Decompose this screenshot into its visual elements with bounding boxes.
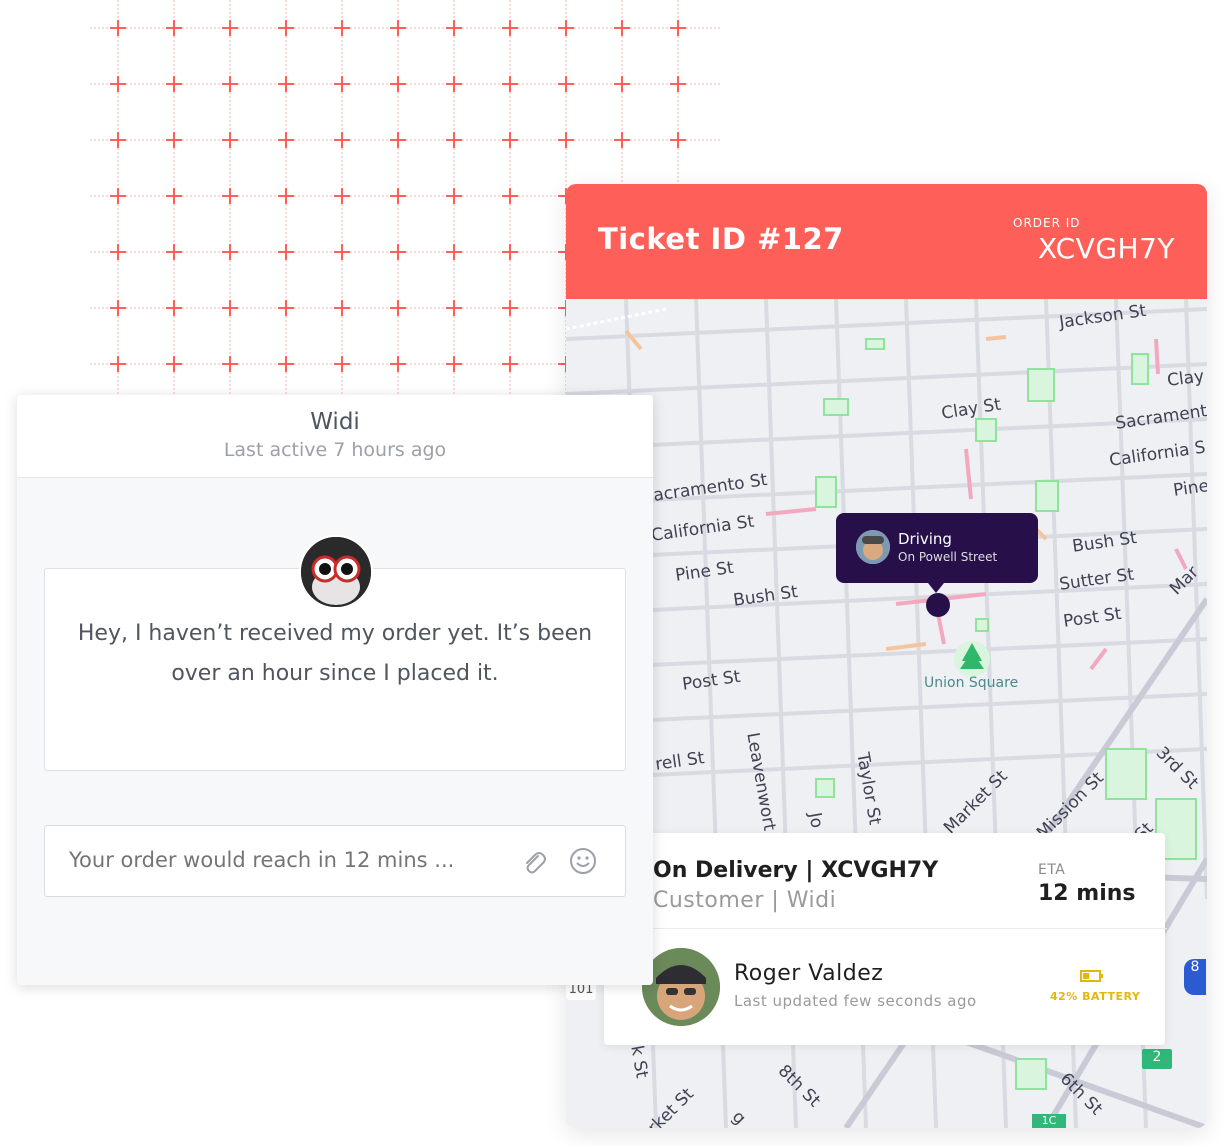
order-id-label: ORDER ID <box>1013 216 1081 230</box>
bubble-tail <box>928 583 944 593</box>
message-text: Hey, I haven’t received my order yet. It… <box>77 621 593 686</box>
driver-status-bubble[interactable]: Driving On Powell Street <box>836 513 1038 593</box>
driver-mini-avatar <box>856 530 890 564</box>
reply-input-box[interactable] <box>44 825 626 897</box>
chat-last-active: Last active 7 hours ago <box>223 439 447 461</box>
chat-header: Widi Last active 7 hours ago <box>17 395 653 478</box>
exit-2-sign: 2 <box>1142 1049 1172 1069</box>
exit-1c-sign: 1C <box>1032 1114 1066 1128</box>
delivery-panel <box>604 833 1165 1045</box>
paperclip-icon[interactable] <box>518 847 548 877</box>
poi-union-square-label: Union Square <box>924 675 1019 691</box>
delivery-map[interactable]: Jackson St Clay Clay St Sacrament Califo… <box>566 299 1207 1128</box>
driver-location-pin[interactable] <box>926 593 950 617</box>
ticket-card: Ticket ID #127 ORDER ID XCVGH7Y Jackson … <box>566 184 1207 1128</box>
ticket-title: Ticket ID #127 <box>598 222 844 256</box>
interstate-shield: 8 <box>1184 959 1206 995</box>
customer-avatar <box>299 535 373 609</box>
chat-contact-name: Widi <box>310 409 360 435</box>
driver-location: On Powell Street <box>898 550 998 564</box>
ticket-header: Ticket ID #127 ORDER ID XCVGH7Y <box>566 184 1207 299</box>
reply-input[interactable] <box>69 848 489 872</box>
smile-icon[interactable] <box>568 846 598 876</box>
driver-status: Driving <box>898 530 952 548</box>
chat-window: Widi Last active 7 hours ago Hey, I have… <box>17 395 653 985</box>
order-id-value: XCVGH7Y <box>1037 232 1175 265</box>
